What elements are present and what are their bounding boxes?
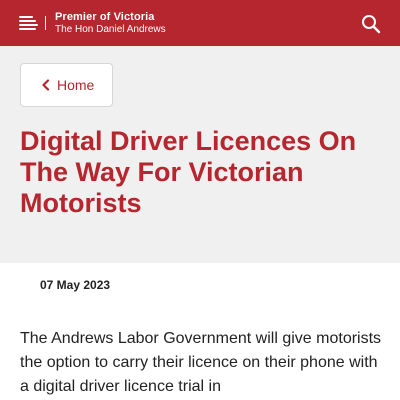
article-date: 07 May 2023 xyxy=(40,278,111,292)
chevron-left-icon xyxy=(42,79,50,91)
header-divider xyxy=(45,16,46,30)
site-subtitle: The Hon Daniel Andrews xyxy=(55,24,166,35)
site-title: Premier of Victoria xyxy=(55,11,155,23)
search-icon[interactable] xyxy=(360,13,382,35)
site-logo[interactable]: Premier of Victoria The Hon Daniel Andre… xyxy=(55,12,166,35)
menu-icon[interactable] xyxy=(19,16,39,30)
article-hero: Home Digital Driver Licences On The Way … xyxy=(0,46,400,263)
site-header: Premier of Victoria The Hon Daniel Andre… xyxy=(0,0,400,46)
article-body: The Andrews Labor Government will give m… xyxy=(20,330,382,395)
home-button[interactable]: Home xyxy=(20,63,113,107)
page-title: Digital Driver Licences On The Way For V… xyxy=(20,126,357,218)
home-button-label: Home xyxy=(57,77,95,93)
